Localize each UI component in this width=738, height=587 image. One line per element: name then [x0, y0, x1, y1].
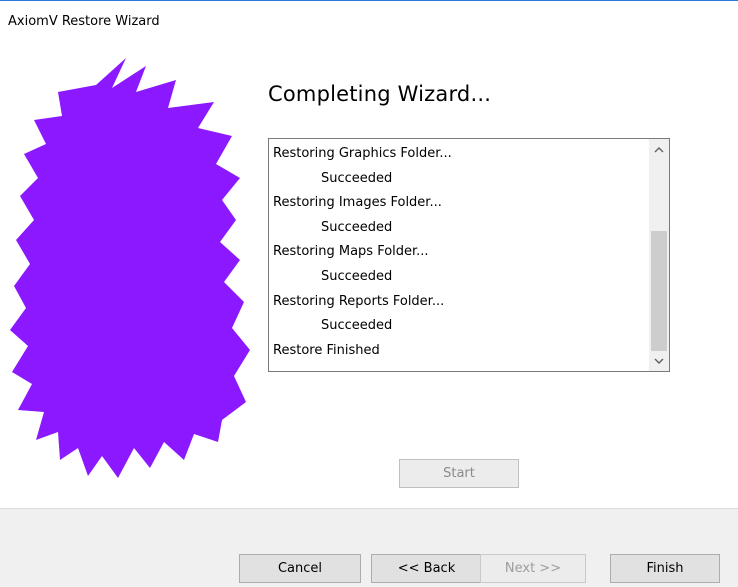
log-line-1: Succeeded	[321, 170, 393, 186]
page-heading: Completing Wizard...	[268, 82, 492, 106]
restore-log-list[interactable]: Restoring Graphics Folder... Succeeded R…	[268, 138, 670, 372]
log-line-2: Restoring Images Folder...	[273, 195, 442, 211]
logo-scribble	[10, 58, 250, 478]
scroll-down-glyph	[654, 358, 664, 364]
cancel-button[interactable]: Cancel	[239, 554, 361, 583]
log-scrollbar[interactable]	[649, 139, 669, 371]
log-lines: Restoring Graphics Folder... Succeeded R…	[273, 142, 649, 363]
window-title: AxiomV Restore Wizard	[8, 14, 160, 29]
scroll-up-glyph	[654, 146, 664, 152]
chevron-up-icon[interactable]	[649, 139, 669, 159]
window-top-border	[0, 0, 738, 1]
log-line-3: Succeeded	[321, 219, 393, 235]
next-button[interactable]: Next >>	[480, 554, 586, 583]
back-button[interactable]: << Back	[371, 554, 482, 583]
wizard-footer: Cancel << Back Next >> Finish	[0, 508, 738, 587]
log-line-6: Restoring Reports Folder...	[273, 293, 445, 309]
chevron-down-icon[interactable]	[649, 351, 669, 371]
footer-separator	[0, 508, 738, 509]
finish-button[interactable]: Finish	[610, 554, 720, 583]
log-line-0: Restoring Graphics Folder...	[273, 146, 452, 161]
scrollbar-thumb[interactable]	[651, 231, 667, 351]
restore-wizard-window: AxiomV Restore Wizard Completing Wizard.…	[0, 0, 738, 587]
log-line-7: Succeeded	[321, 318, 393, 334]
log-line-5: Succeeded	[321, 268, 393, 284]
logo-icon	[10, 58, 250, 478]
log-line-4: Restoring Maps Folder...	[273, 244, 429, 260]
start-button[interactable]: Start	[399, 459, 519, 488]
log-line-8: Restore Finished	[273, 342, 380, 358]
